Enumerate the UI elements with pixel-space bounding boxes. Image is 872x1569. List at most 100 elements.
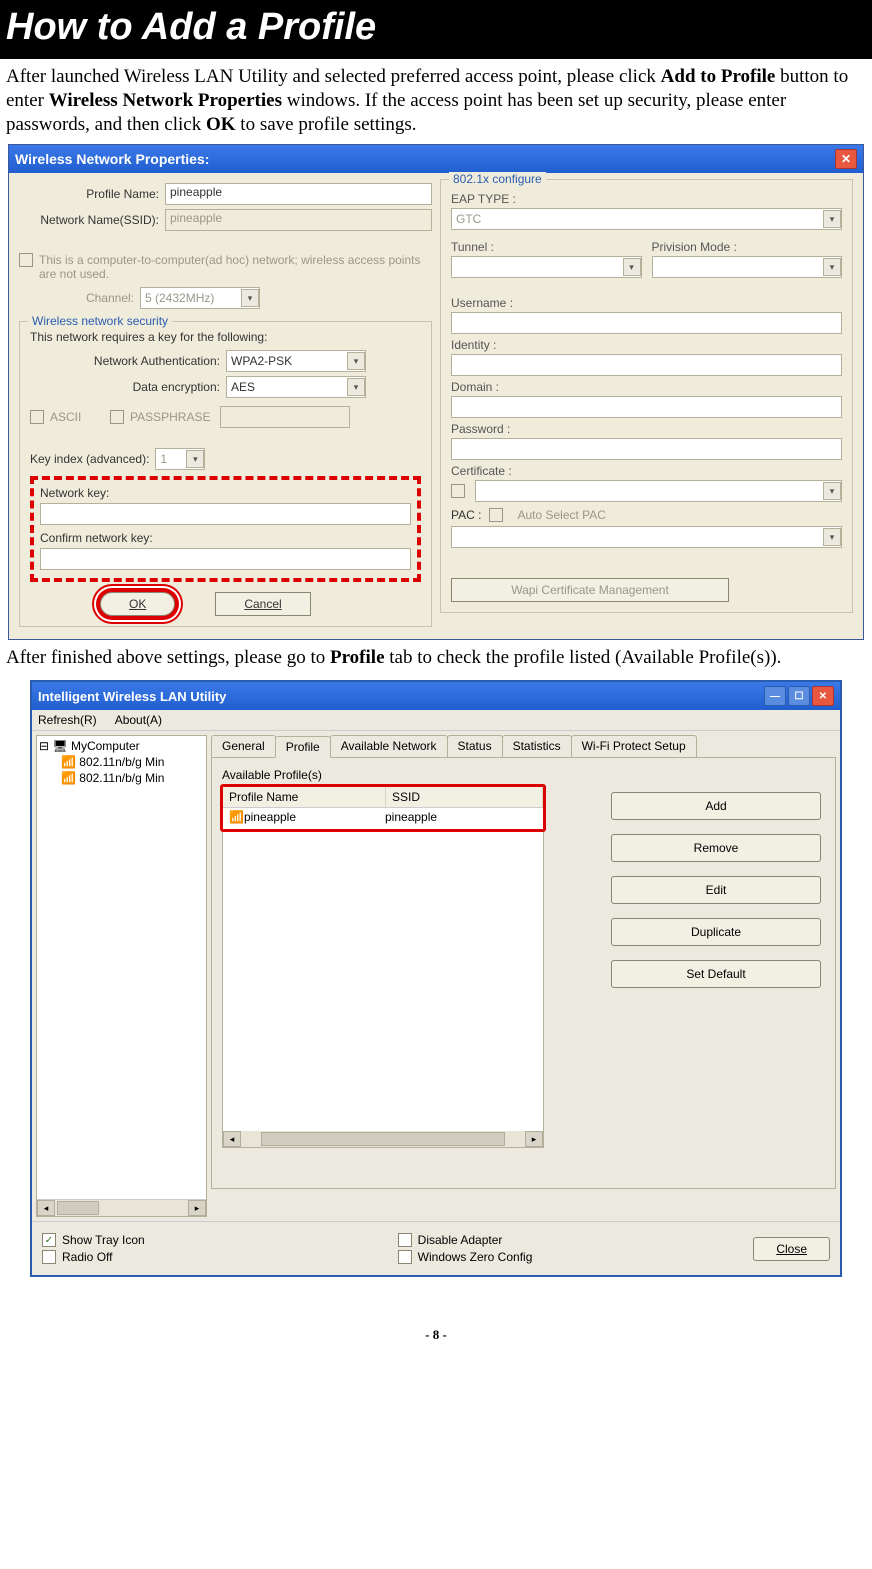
footer-bar: ✓Show Tray Icon Radio Off Disable Adapte… <box>32 1221 840 1275</box>
chevron-down-icon: ▾ <box>823 210 841 228</box>
ascii-checkbox <box>30 410 44 424</box>
duplicate-button[interactable]: Duplicate <box>611 918 821 946</box>
cancel-button[interactable]: Cancel <box>215 592 310 616</box>
horizontal-scrollbar[interactable]: ◂ ▸ <box>37 1199 206 1216</box>
set-default-button[interactable]: Set Default <box>611 960 821 988</box>
domain-label: Domain : <box>451 380 842 394</box>
confirm-input[interactable] <box>40 548 411 570</box>
scroll-thumb[interactable] <box>57 1201 99 1215</box>
chevron-down-icon: ▾ <box>823 482 841 500</box>
device-tree[interactable]: ⊟ 🖥 MyComputer 📶 802.11n/b/g Min 📶 802.1… <box>36 735 207 1217</box>
cert-checkbox <box>451 484 465 498</box>
maximize-icon[interactable]: ☐ <box>788 686 810 706</box>
page-title: How to Add a Profile <box>0 0 872 59</box>
intro-paragraph-2: After finished above settings, please go… <box>0 640 872 674</box>
username-label: Username : <box>451 296 842 310</box>
tree-child[interactable]: 📶 802.11n/b/g Min <box>39 754 204 770</box>
keyidx-value: 1 <box>160 452 167 466</box>
titlebar[interactable]: Wireless Network Properties: ✕ <box>9 145 863 173</box>
intro-paragraph-1: After launched Wireless LAN Utility and … <box>0 59 872 140</box>
close-button[interactable]: Close <box>753 1237 830 1261</box>
tab-general[interactable]: General <box>211 735 276 757</box>
chevron-down-icon: ▾ <box>241 289 259 307</box>
pac-label: PAC : <box>451 508 481 522</box>
password-input <box>451 438 842 460</box>
netkey-input[interactable] <box>40 503 411 525</box>
bold: Add to Profile <box>661 66 776 87</box>
tab-wifi-protect[interactable]: Wi-Fi Protect Setup <box>571 735 697 757</box>
autopac-label: Auto Select PAC <box>517 508 606 522</box>
wireless-properties-dialog: Wireless Network Properties: ✕ Profile N… <box>8 144 864 640</box>
scroll-left-icon[interactable]: ◂ <box>223 1131 241 1147</box>
show-tray-checkbox[interactable]: ✓ <box>42 1233 56 1247</box>
text: tab to check the profile listed (Availab… <box>385 647 782 668</box>
bold: Profile <box>330 647 385 668</box>
eap-label: EAP TYPE : <box>451 192 842 206</box>
auth-value: WPA2-PSK <box>231 354 292 368</box>
tree-child[interactable]: 📶 802.11n/b/g Min <box>39 770 204 786</box>
identity-input <box>451 354 842 376</box>
radio-off-checkbox[interactable] <box>42 1250 56 1264</box>
win-zero-label: Windows Zero Config <box>418 1250 533 1264</box>
tab-status[interactable]: Status <box>447 735 503 757</box>
network-key-highlight: Network key: Confirm network key: <box>30 476 421 582</box>
chevron-down-icon[interactable]: ▾ <box>347 352 365 370</box>
scroll-left-icon[interactable]: ◂ <box>37 1200 55 1216</box>
titlebar[interactable]: Intelligent Wireless LAN Utility — ☐ ✕ <box>32 682 840 710</box>
horizontal-scrollbar[interactable]: ◂ ▸ <box>223 1131 543 1147</box>
passphrase-label: PASSPHRASE <box>130 410 220 424</box>
scroll-right-icon[interactable]: ▸ <box>525 1131 543 1147</box>
text: After finished above settings, please go… <box>6 647 330 668</box>
disable-adapter-checkbox[interactable] <box>398 1233 412 1247</box>
text: to save profile settings. <box>236 114 417 135</box>
tab-available-network[interactable]: Available Network <box>330 735 448 757</box>
close-icon[interactable]: ✕ <box>835 149 857 169</box>
security-text: This network requires a key for the foll… <box>30 330 421 344</box>
menu-about[interactable]: About(A) <box>115 713 162 727</box>
tunnel-select: ▾ <box>451 256 642 278</box>
cert-select: ▾ <box>475 480 842 502</box>
ok-button[interactable]: OK <box>100 592 175 616</box>
security-fieldset: Wireless network security This network r… <box>19 321 432 627</box>
enc-select[interactable]: AES▾ <box>226 376 366 398</box>
keyidx-select: 1▾ <box>155 448 205 470</box>
tree-root[interactable]: ⊟ 🖥 MyComputer <box>39 738 204 754</box>
adhoc-text: This is a computer-to-computer(ad hoc) n… <box>39 253 432 281</box>
remove-button[interactable]: Remove <box>611 834 821 862</box>
chevron-down-icon[interactable]: ▾ <box>347 378 365 396</box>
passphrase-checkbox <box>110 410 124 424</box>
menubar: Refresh(R) About(A) <box>32 710 840 731</box>
tunnel-label: Tunnel : <box>451 240 642 254</box>
tab-profile[interactable]: Profile <box>275 736 331 758</box>
tree-root-label: MyComputer <box>71 739 140 753</box>
profile-name-label: Profile Name: <box>19 187 165 201</box>
edit-button[interactable]: Edit <box>611 876 821 904</box>
ok-label: OK <box>129 597 146 611</box>
profile-name-input[interactable]: pineapple <box>165 183 432 205</box>
chevron-down-icon: ▾ <box>623 258 641 276</box>
win-zero-checkbox[interactable] <box>398 1250 412 1264</box>
chevron-down-icon: ▾ <box>823 528 841 546</box>
disable-adapter-label: Disable Adapter <box>418 1233 503 1247</box>
profile-list[interactable]: Profile Name SSID 📶pineapple pineapple ◂… <box>222 786 544 1148</box>
eap-value: GTC <box>456 212 481 226</box>
menu-refresh[interactable]: Refresh(R) <box>38 713 97 727</box>
auth-select[interactable]: WPA2-PSK ▾ <box>226 350 366 372</box>
scroll-thumb[interactable] <box>261 1132 505 1146</box>
show-tray-label: Show Tray Icon <box>62 1233 145 1247</box>
tree-child-label: 802.11n/b/g Min <box>79 771 164 785</box>
add-button[interactable]: Add <box>611 792 821 820</box>
autopac-checkbox <box>489 508 503 522</box>
pac-select: ▾ <box>451 526 842 548</box>
scroll-right-icon[interactable]: ▸ <box>188 1200 206 1216</box>
minimize-icon[interactable]: — <box>764 686 786 706</box>
8021x-fieldset: 802.1x configure EAP TYPE : GTC▾ Tunnel … <box>440 179 853 613</box>
highlight-box <box>220 784 546 832</box>
tab-statistics[interactable]: Statistics <box>502 735 572 757</box>
ascii-label: ASCII <box>50 410 110 424</box>
close-icon[interactable]: ✕ <box>812 686 834 706</box>
confirm-label: Confirm network key: <box>40 531 411 545</box>
adhoc-checkbox <box>19 253 33 267</box>
tab-bar: General Profile Available Network Status… <box>211 735 836 757</box>
text: After launched Wireless LAN Utility and … <box>6 66 661 87</box>
